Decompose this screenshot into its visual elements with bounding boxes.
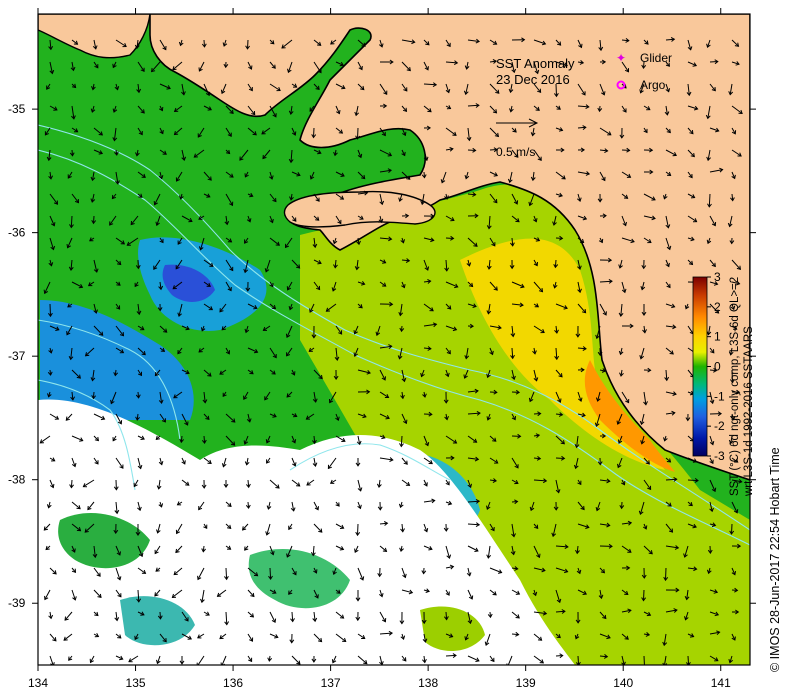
colorbar-tick-label: -1 [714, 389, 725, 403]
y-tick-label: -35 [8, 102, 26, 116]
x-tick-label: 136 [223, 676, 243, 690]
colorbar-tick-label: -3 [714, 449, 725, 463]
current-vector [445, 654, 457, 657]
current-vector [357, 523, 359, 536]
x-tick-label: 138 [418, 676, 438, 690]
x-tick-label: 134 [28, 676, 48, 690]
x-tick-label: 137 [321, 676, 341, 690]
colorbar-gradient [692, 276, 708, 457]
current-vector [357, 127, 359, 139]
current-vector [313, 127, 315, 138]
x-tick-label: 135 [126, 676, 146, 690]
sst-anomaly-map-figure: 134 135 136 137 138 139 140 141 -35 -36 -37 -38 -39… [8, 8, 782, 690]
current-vector [467, 104, 479, 107]
map-date: 23 Dec 2016 [496, 72, 570, 87]
x-tick-label: 141 [711, 676, 731, 690]
current-vector [731, 523, 733, 535]
y-tick-label: -39 [8, 596, 26, 610]
glider-legend: ✦ Glider [616, 51, 672, 65]
current-vector [708, 193, 711, 207]
current-vector [269, 567, 272, 580]
colorbar-tick-label: 2 [714, 300, 721, 314]
colorbar-tick-label: 3 [714, 270, 721, 284]
colorbar-tick-label: 1 [714, 330, 721, 344]
x-tick-label: 139 [516, 676, 536, 690]
map-title: SST Anomaly [496, 56, 575, 71]
glider-legend-label: Glider [640, 51, 672, 65]
current-vector [70, 215, 73, 228]
x-tick-label: 140 [613, 676, 633, 690]
colorbar-title-line2: wrt L3S-1d 1992-2016 SSTAARS [743, 326, 755, 497]
imos-credit: © IMOS 28-Jun-2017 22:54 Hobart Time [768, 447, 782, 672]
current-vector [665, 567, 667, 581]
current-vector [643, 589, 645, 601]
colorbar-title-line1: SST (°C) 6d ngt-only comp, L3S-6d QL>=2 [729, 277, 741, 496]
current-vector [49, 303, 51, 317]
colorbar-tick-label: -2 [714, 419, 725, 433]
argo-legend-label: Argo [640, 78, 666, 92]
current-vector [643, 655, 645, 665]
y-tick-label: -36 [8, 226, 26, 240]
map-plot-area[interactable] [38, 14, 750, 669]
land-kangaroo-island [283, 190, 436, 228]
current-vector [687, 479, 699, 482]
vector-scale-label: 0.5 m/s [496, 145, 535, 159]
current-vector-head [643, 666, 647, 669]
current-vector [225, 567, 228, 580]
glider-marker-icon: ✦ [616, 51, 626, 65]
y-tick-label: -38 [8, 473, 26, 487]
colorbar-tick-label: 0 [714, 360, 721, 374]
y-tick-label: -37 [8, 349, 26, 363]
